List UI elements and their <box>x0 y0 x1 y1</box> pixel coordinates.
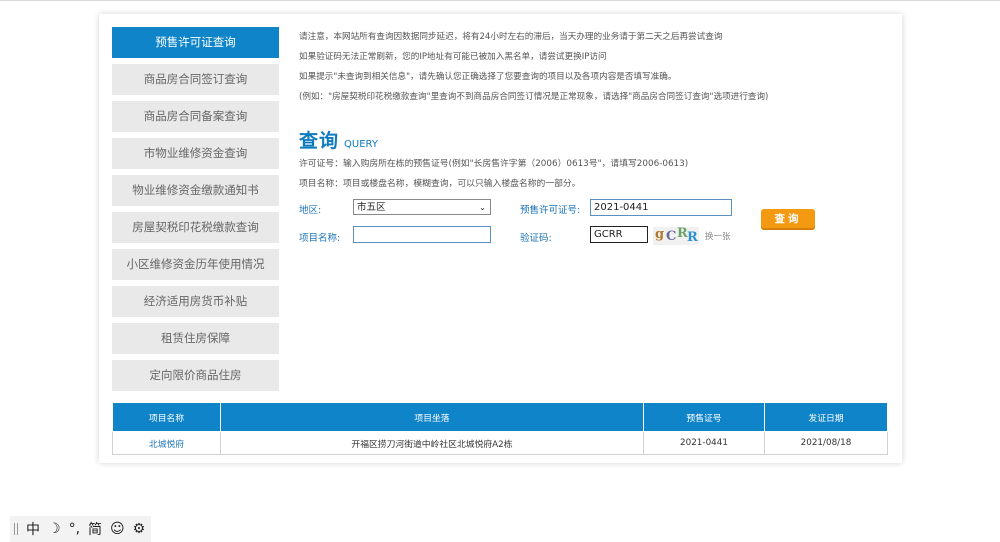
sidebar-item-presale-permit[interactable]: 预售许可证查询 <box>112 27 279 58</box>
captcha-input[interactable] <box>590 226 648 243</box>
hint-project: 项目名称：项目或楼盘名称，模糊查询，可以只输入楼盘名称的一部分。 <box>299 179 581 189</box>
ime-chinese-mode-icon[interactable]: 中 <box>26 519 40 539</box>
sidebar-item-fund-usage[interactable]: 小区维修资金历年使用情况 <box>112 249 279 280</box>
query-submit-button[interactable]: 查询 <box>761 209 815 230</box>
ime-emoji-icon[interactable]: ☺ <box>110 521 125 537</box>
sidebar-item-maintenance-fund[interactable]: 市物业维修资金查询 <box>112 138 279 169</box>
notice-line: 请注意，本网站所有查询因数据同步延迟，将有24小时左右的滞后，当天办理的业务请于… <box>299 32 723 42</box>
col-project-name: 项目名称 <box>112 402 221 432</box>
permit-label: 预售许可证号: <box>520 205 581 216</box>
captcha-label: 验证码: <box>520 233 552 244</box>
query-title-en: QUERY <box>344 139 378 150</box>
col-project-location: 项目坐落 <box>220 402 644 432</box>
captcha-char: C <box>666 229 677 244</box>
query-title-cn: 查询 <box>299 130 340 152</box>
permit-number-input[interactable] <box>590 199 732 216</box>
col-permit-number: 预售证号 <box>643 402 765 432</box>
hint-permit: 许可证号：输入购房所在栋的预售证号(例如"长房售许字第（2006）0613号"，… <box>299 159 689 169</box>
ime-settings-gear-icon[interactable]: ⚙ <box>133 521 146 537</box>
top-border <box>0 0 1000 1</box>
district-select[interactable]: 市五区 ⌄ <box>353 199 491 215</box>
captcha-image[interactable]: g C R R <box>653 226 699 245</box>
notice-line: (例如："房屋契税印花税缴款查询"里查询不到商品房合同签订情况是正常现象，请选择… <box>299 92 769 102</box>
ime-toolbar: 中 ☽ °, 简 ☺ ⚙ <box>10 516 152 542</box>
project-name-link[interactable]: 北城悦府 <box>112 431 221 455</box>
results-table: 项目名称 项目坐落 预售证号 发证日期 北城悦府 开福区捞刀河街道中岭社区北城悦… <box>112 402 888 455</box>
project-name-label: 项目名称: <box>299 233 341 244</box>
sidebar-item-housing-subsidy[interactable]: 经济适用房货币补贴 <box>112 286 279 317</box>
project-name-input[interactable] <box>353 226 491 243</box>
col-issue-date: 发证日期 <box>764 402 888 432</box>
main-card: 预售许可证查询 商品房合同签订查询 商品房合同备案查询 市物业维修资金查询 物业… <box>99 14 902 463</box>
query-heading: 查询 QUERY <box>299 126 378 153</box>
sidebar-item-contract-filing[interactable]: 商品房合同备案查询 <box>112 101 279 132</box>
sidebar-item-deed-tax[interactable]: 房屋契税印花税缴款查询 <box>112 212 279 243</box>
notice-line: 如果验证码无法正常刷新，您的IP地址有可能已被加入黑名单，请尝试更换IP访问 <box>299 52 607 62</box>
sidebar-item-rental-housing[interactable]: 租赁住房保障 <box>112 323 279 354</box>
notice-text: 请注意，本网站所有查询因数据同步延迟，将有24小时左右的滞后，当天办理的业务请于… <box>299 30 889 110</box>
captcha-char: g <box>655 227 665 242</box>
chevron-down-icon: ⌄ <box>479 203 486 212</box>
district-selected-value: 市五区 <box>357 202 386 213</box>
permit-number-cell: 2021-0441 <box>643 431 765 455</box>
notice-line: 如果提示"未查询到相关信息"，请先确认您正确选择了您要查询的项目以及各项内容是否… <box>299 72 677 82</box>
ime-moon-icon[interactable]: ☽ <box>48 521 61 537</box>
sidebar-menu: 预售许可证查询 商品房合同签订查询 商品房合同备案查询 市物业维修资金查询 物业… <box>112 27 279 397</box>
ime-simplified-icon[interactable]: 简 <box>88 519 102 539</box>
drag-handle[interactable] <box>14 523 18 535</box>
ime-punctuation-icon[interactable]: °, <box>69 521 80 537</box>
sidebar-item-fund-payment-notice[interactable]: 物业维修资金缴款通知书 <box>112 175 279 206</box>
table-header-row: 项目名称 项目坐落 预售证号 发证日期 <box>112 402 888 432</box>
sidebar-item-contract-signing[interactable]: 商品房合同签订查询 <box>112 64 279 95</box>
table-row: 北城悦府 开福区捞刀河街道中岭社区北城悦府A2栋 2021-0441 2021/… <box>112 431 888 455</box>
issue-date-cell: 2021/08/18 <box>764 431 888 455</box>
captcha-char: R <box>687 230 698 245</box>
project-location-cell: 开福区捞刀河街道中岭社区北城悦府A2栋 <box>220 431 644 455</box>
refresh-captcha-link[interactable]: 换一张 <box>705 230 731 242</box>
district-label: 地区: <box>299 205 322 216</box>
query-hints: 许可证号：输入购房所在栋的预售证号(例如"长房售许字第（2006）0613号"，… <box>299 157 688 197</box>
sidebar-item-price-limited-housing[interactable]: 定向限价商品住房 <box>112 360 279 391</box>
